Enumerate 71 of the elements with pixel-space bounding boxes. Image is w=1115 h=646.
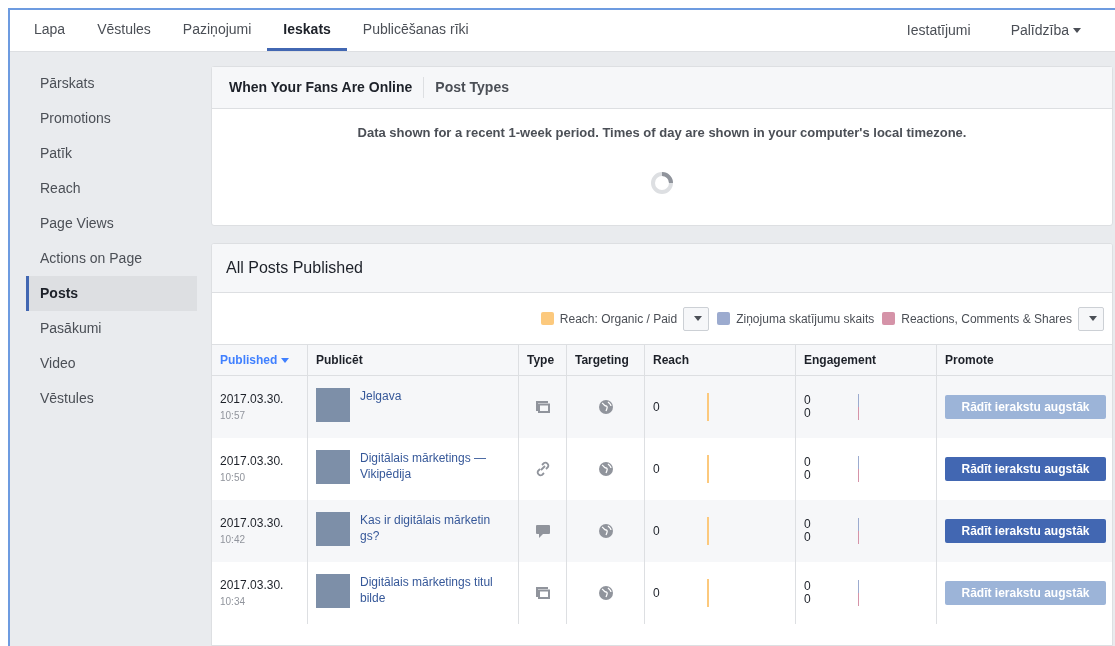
legend-label: Ziņojuma skatījumu skaits <box>736 310 875 328</box>
globe-icon <box>598 462 613 476</box>
boost-post-button[interactable]: Rādīt ierakstu augstāk <box>945 457 1106 481</box>
post-date: 2017.03.30. <box>220 515 285 532</box>
engagement-value: 0 <box>804 531 812 544</box>
engagement-value: 0 <box>804 456 812 469</box>
photo-placeholder <box>316 450 350 484</box>
post-time: 10:34 <box>220 595 247 609</box>
engagement-value: 0 <box>804 580 812 593</box>
nav-tab[interactable]: Publicēšanas rīki <box>346 10 485 51</box>
nav-link[interactable]: Iestatījumi <box>886 10 991 51</box>
nav-tab[interactable]: Paziņojumi <box>166 10 268 51</box>
nav-tab[interactable]: Lapa <box>24 10 82 51</box>
boost-post-button[interactable]: Rādīt ierakstu augstāk <box>945 519 1106 543</box>
engagement-value: 0 <box>804 394 812 407</box>
engagement-value: 0 <box>804 469 812 482</box>
reach-value: 0 <box>653 585 661 602</box>
engagement-value: 0 <box>804 518 812 531</box>
column-header[interactable]: Targeting <box>575 351 629 369</box>
posts-title: All Posts Published <box>226 258 363 278</box>
link-icon <box>535 461 550 477</box>
album-icon <box>535 401 550 413</box>
column-header[interactable]: Publicēt <box>316 351 363 369</box>
sidebar-item[interactable]: Pārskats <box>26 66 197 101</box>
column-header[interactable]: Engagement <box>804 351 876 369</box>
insights-tab[interactable]: Post Types <box>423 77 520 98</box>
post-date: 2017.03.30. <box>220 577 285 594</box>
caret-icon <box>694 316 703 321</box>
column-header[interactable]: Reach <box>653 351 690 369</box>
dropdown-button[interactable] <box>1078 306 1104 331</box>
data-notice: Data shown for a recent 1-week period. Times of day are shown in your computer's local timezone. <box>356 124 968 142</box>
post-title-link[interactable]: Digitālais mārketings — Vikipēdija <box>360 450 510 500</box>
sidebar-item[interactable]: Patīk <box>26 136 197 171</box>
sidebar-item[interactable]: Pasākumi <box>26 311 197 346</box>
engagement-value: 0 <box>804 407 812 420</box>
sidebar-item[interactable]: Reach <box>26 171 197 206</box>
sidebar-item[interactable]: Promotions <box>26 101 197 136</box>
nav-tab[interactable]: Vēstules <box>81 10 167 51</box>
globe-icon <box>598 524 613 538</box>
sidebar-item[interactable]: Actions on Page <box>26 241 197 276</box>
nav-link[interactable]: Palīdzība <box>990 10 1101 51</box>
column-header[interactable]: Promote <box>945 351 994 369</box>
legend-label: Reach: Organic / Paid <box>559 310 678 328</box>
reach-value: 0 <box>653 399 661 416</box>
post-date: 2017.03.30. <box>220 453 285 470</box>
album-icon <box>535 587 550 599</box>
insights-tab[interactable]: When Your Fans Are Online <box>218 77 424 98</box>
post-time: 10:42 <box>220 533 247 547</box>
column-header[interactable]: Type <box>527 351 555 369</box>
sidebar-item[interactable]: Posts <box>26 276 197 311</box>
globe-icon <box>598 586 613 600</box>
photo-placeholder <box>316 388 350 422</box>
nav-tab[interactable]: Ieskats <box>267 10 347 51</box>
post-title-link[interactable]: Kas ir digitālais mārketin gs? <box>360 512 510 562</box>
reach-value: 0 <box>653 523 661 540</box>
sidebar-item[interactable]: Vēstules <box>26 381 197 416</box>
post-time: 10:50 <box>220 471 247 485</box>
sidebar-item[interactable]: Video <box>26 346 197 381</box>
engagement-value: 0 <box>804 593 812 606</box>
dropdown-button[interactable] <box>683 306 710 331</box>
caret-icon <box>281 357 290 363</box>
post-time: 10:57 <box>220 409 247 423</box>
globe-icon <box>598 400 613 414</box>
post-date: 2017.03.30. <box>220 391 285 408</box>
reach-value: 0 <box>653 461 661 478</box>
caret-icon <box>1089 316 1097 321</box>
sidebar-item[interactable]: Page Views <box>26 206 197 241</box>
photo-placeholder <box>316 574 350 608</box>
photo-placeholder <box>316 512 350 546</box>
speech-bubble-icon <box>535 524 550 538</box>
legend-label: Reactions, Comments & Shares <box>901 310 1072 328</box>
